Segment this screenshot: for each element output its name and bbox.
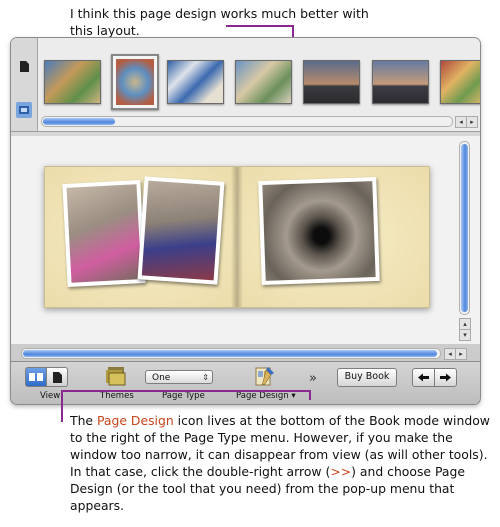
callout-line-top-h [226, 25, 294, 27]
bottom-caption-pre: The [70, 413, 97, 428]
page-type-label: Page Type [162, 391, 205, 401]
page-design-icon[interactable] [254, 365, 276, 387]
browser-tools [11, 38, 38, 131]
browser-scroll-thumb[interactable] [43, 118, 115, 125]
book-window: ◂ ▸ ▴ ▾ ◂ ▸ View Themes One ⇕ Page Type … [10, 37, 481, 405]
photo-boy[interactable] [137, 176, 225, 285]
themes-label[interactable]: Themes [100, 391, 134, 401]
page-type-select[interactable]: One ⇕ [145, 370, 213, 384]
viewer-scroll-right-arrow[interactable]: ▸ [455, 348, 467, 360]
buy-book-button[interactable]: Buy Book [337, 368, 397, 387]
buy-book-label: Buy Book [344, 371, 390, 382]
book-viewer: ▴ ▾ [11, 136, 480, 344]
callout-line-bottom-v2 [309, 390, 311, 400]
top-caption: I think this page design works much bett… [70, 6, 369, 38]
callout-line-bottom-h [61, 390, 311, 392]
overflow-double-arrow[interactable]: » [309, 371, 317, 386]
viewer-vertical-scrollbar[interactable] [459, 141, 470, 315]
photos-icon[interactable] [16, 102, 32, 118]
view-spread-button[interactable] [25, 367, 47, 387]
bottom-caption-highlight: Page Design [96, 413, 174, 428]
next-icon [440, 373, 451, 382]
page-fold [231, 167, 243, 307]
themes-icon[interactable] [105, 366, 127, 386]
view-label: View [40, 391, 61, 401]
browser-scroll-right-arrow[interactable]: ▸ [466, 116, 478, 128]
book-spread [44, 166, 430, 308]
thumbnail-mosaic-4[interactable] [235, 60, 292, 104]
callout-line-bottom-v [61, 390, 63, 422]
page-design-label[interactable]: Page Design ▾ [236, 391, 296, 401]
bottom-caption-highlight-2: >> [330, 464, 352, 479]
viewer-vscroll-thumb[interactable] [461, 144, 468, 312]
select-arrows-icon: ⇕ [202, 373, 209, 382]
prev-page-button[interactable] [412, 368, 435, 387]
viewer-scroll-down-arrow[interactable]: ▾ [459, 329, 471, 341]
prev-icon [418, 373, 429, 382]
viewer-horizontal-scrollbar[interactable] [21, 348, 441, 359]
page-type-value: One [152, 373, 171, 383]
single-page-icon[interactable] [16, 58, 32, 74]
viewer-hscroll-thumb[interactable] [23, 350, 437, 357]
next-page-button[interactable] [434, 368, 457, 387]
photo-well[interactable] [258, 176, 380, 286]
browser-scrollbar[interactable] [41, 116, 453, 127]
thumbnail-mosaic-2-selected[interactable] [111, 54, 159, 110]
thumbnail-sunset-2[interactable] [372, 60, 429, 104]
photo-browser: ◂ ▸ [11, 38, 480, 132]
view-page-button[interactable] [46, 367, 68, 387]
bottom-caption: The Page Design icon lives at the bottom… [70, 412, 490, 514]
thumbnail-mosaic-1[interactable] [44, 60, 101, 104]
book-toolbar: View Themes One ⇕ Page Type Page Design … [11, 361, 480, 404]
thumbnail-mosaic-3[interactable] [167, 60, 224, 104]
thumbnail-sunset-1[interactable] [303, 60, 360, 104]
thumbnail-mosaic-5[interactable] [440, 60, 480, 104]
photo-girl[interactable] [62, 180, 146, 287]
